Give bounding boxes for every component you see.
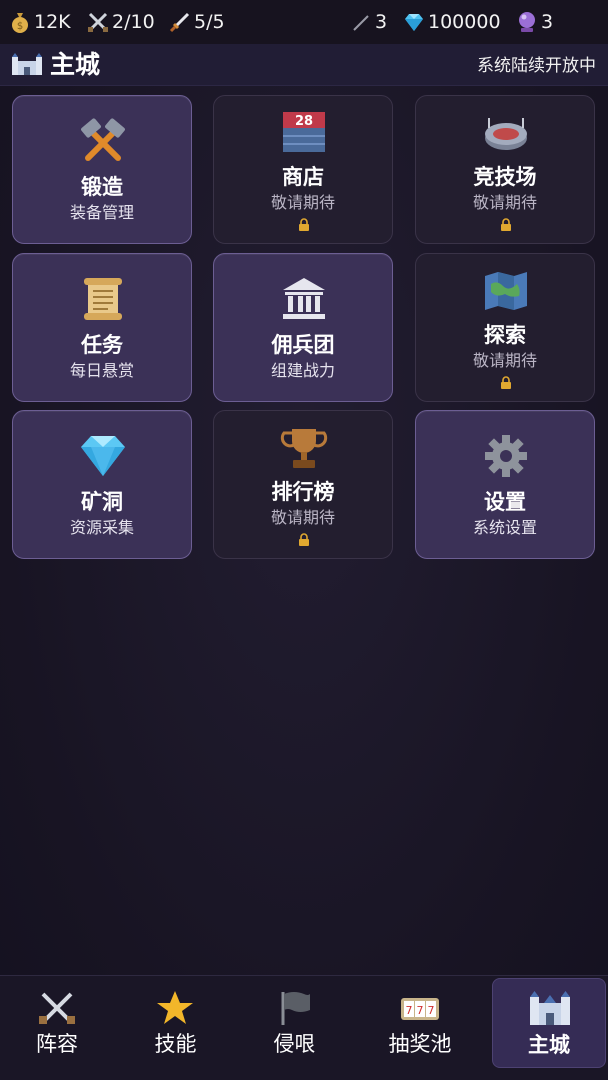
- lock-icon: [501, 218, 511, 231]
- card-name: 探索: [484, 323, 526, 347]
- crystal-ball-icon: [519, 12, 535, 32]
- calendar-shop-icon: 28: [283, 112, 325, 152]
- card-subtitle: 敬请期待: [472, 351, 537, 370]
- crossed-swords-icon: [39, 992, 75, 1024]
- hammers-icon: [81, 118, 125, 161]
- mercenary-card[interactable]: 佣兵团 组建战力: [213, 253, 393, 402]
- dagger-icon: [169, 12, 190, 33]
- card-subtitle: 装备管理: [69, 203, 134, 222]
- card-name: 设置: [484, 490, 526, 514]
- gear-icon: [485, 435, 527, 477]
- card-name: 竞技场: [473, 165, 537, 189]
- shop-card[interactable]: 28 商店 敬请期待: [213, 95, 393, 244]
- bank-icon: [283, 278, 325, 319]
- card-subtitle: 资源采集: [69, 518, 134, 537]
- crossed-swords-small-icon: [88, 12, 108, 32]
- stick-resource[interactable]: 3: [349, 8, 387, 36]
- scroll-icon: [84, 278, 122, 320]
- money-bag-icon: $: [12, 13, 28, 33]
- explore-card[interactable]: 探索 敬请期待: [415, 253, 595, 402]
- lock-icon: [299, 218, 309, 231]
- lock-icon: [299, 533, 309, 546]
- gold-value: 12K: [34, 11, 71, 33]
- forge-card[interactable]: 锻造 装备管理: [12, 95, 192, 244]
- status-note: 系统陆续开放中: [477, 56, 596, 76]
- nav-lineup[interactable]: 阵容: [0, 976, 114, 1080]
- card-subtitle: 系统设置: [472, 518, 537, 537]
- flag-icon: [281, 992, 310, 1025]
- quest-card[interactable]: 任务 每日悬赏: [12, 253, 192, 402]
- resource-bar: $ 12K 2/10 5/5 3 100000 3: [0, 0, 608, 44]
- castle-icon: [12, 53, 42, 75]
- page-title: 主城: [50, 50, 101, 79]
- star-icon: [157, 991, 193, 1024]
- nav-label: 主城: [528, 1033, 570, 1057]
- stick-icon: [353, 15, 369, 31]
- orb-resource[interactable]: 3: [515, 8, 553, 36]
- card-name: 佣兵团: [271, 333, 335, 357]
- card-subtitle: 组建战力: [270, 361, 335, 380]
- stick-value: 3: [375, 11, 388, 33]
- sword-value: 2/10: [112, 11, 155, 33]
- card-subtitle: 每日悬赏: [69, 361, 134, 380]
- nav-label: 侵哏: [273, 1032, 316, 1056]
- card-subtitle: 敬请期待: [472, 193, 537, 212]
- nav-label: 技能: [154, 1032, 197, 1056]
- game-screen: $ 12K 2/10 5/5 3 100000 3 主城 系统陆续开放中 锻造 …: [0, 0, 608, 1080]
- nav-invade[interactable]: 侵哏: [236, 976, 353, 1080]
- lock-icon: [501, 376, 511, 389]
- calendar-badge: 28: [295, 114, 313, 129]
- gold-resource[interactable]: $ 12K: [8, 8, 71, 36]
- mine-card[interactable]: 矿洞 资源采集: [12, 410, 192, 559]
- slot-machine-icon: 7 7 7: [401, 998, 439, 1020]
- nav-label: 阵容: [36, 1032, 78, 1056]
- card-name: 矿洞: [81, 490, 123, 514]
- diamond-icon: [81, 436, 125, 476]
- bottom-nav: 阵容 技能 侵哏 7 7 7 抽奖池 主城: [0, 975, 608, 1080]
- svg-text:7: 7: [428, 1004, 435, 1017]
- card-name: 锻造: [81, 175, 123, 199]
- gem-resource[interactable]: 100000: [402, 8, 501, 36]
- card-subtitle: 敬请期待: [270, 193, 335, 212]
- nav-label: 抽奖池: [388, 1032, 452, 1056]
- nav-skills[interactable]: 技能: [117, 976, 234, 1080]
- gem-icon: [405, 14, 423, 31]
- gem-value: 100000: [428, 11, 501, 33]
- stadium-icon: [485, 118, 527, 150]
- trophy-icon: [280, 429, 328, 468]
- map-icon: [485, 272, 527, 310]
- svg-text:$: $: [17, 21, 23, 32]
- svg-text:7: 7: [406, 1004, 413, 1017]
- sword-resource[interactable]: 2/10: [86, 8, 155, 36]
- castle-icon: [530, 991, 570, 1025]
- settings-card[interactable]: 设置 系统设置: [415, 410, 595, 559]
- svg-text:7: 7: [417, 1004, 424, 1017]
- dagger-value: 5/5: [194, 11, 225, 33]
- nav-gacha[interactable]: 7 7 7 抽奖池: [357, 976, 483, 1080]
- dagger-resource[interactable]: 5/5: [168, 8, 225, 36]
- card-name: 商店: [282, 165, 324, 189]
- arena-card[interactable]: 竞技场 敬请期待: [415, 95, 595, 244]
- card-name: 排行榜: [271, 480, 335, 504]
- card-subtitle: 敬请期待: [270, 508, 335, 527]
- nav-main-city[interactable]: 主城: [492, 978, 606, 1068]
- card-name: 任务: [81, 333, 123, 357]
- title-bar: 主城 系统陆续开放中: [0, 44, 608, 86]
- orb-value: 3: [541, 11, 554, 33]
- leaderboard-card[interactable]: 排行榜 敬请期待: [213, 410, 393, 559]
